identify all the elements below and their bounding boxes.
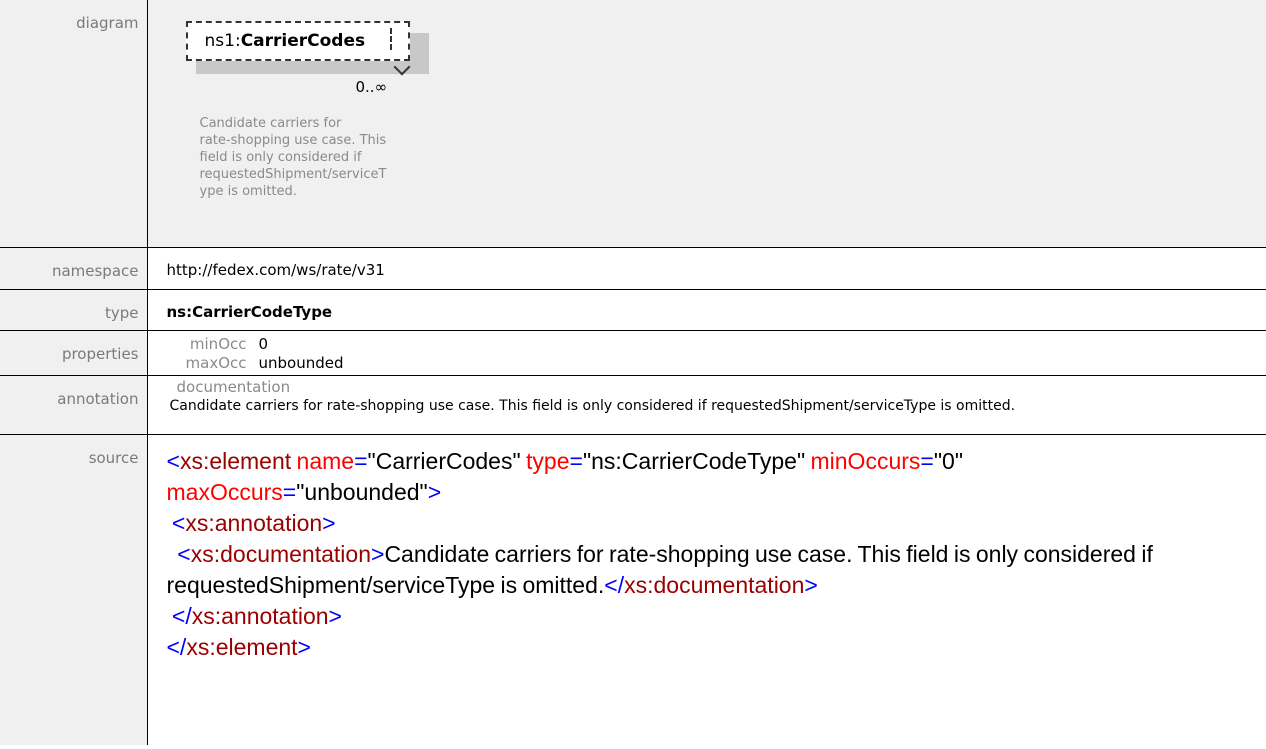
element-prefix: ns1: (204, 31, 241, 51)
property-value: 0 (258, 334, 269, 353)
optional-marker (389, 28, 398, 50)
diagram-row: diagram ns1: CarrierCodes 0..∞ Candidate … (0, 0, 1266, 248)
schema-doc-table: diagram ns1: CarrierCodes 0..∞ Candidate … (0, 0, 1266, 745)
xml-attr-name: type (526, 447, 570, 474)
xml-tag-name: xs:element (179, 447, 292, 474)
xml-bracket: </ (166, 633, 187, 660)
xml-bracket: < (171, 509, 186, 536)
xml-quote: " (954, 447, 963, 474)
type-row: type ns:CarrierCodeType (0, 288, 1266, 331)
xml-bracket: < (166, 447, 180, 474)
xml-equals: = (354, 447, 368, 474)
annotation-text: Candidate carriers for rate-shopping use… (169, 397, 1016, 414)
xml-tag-name: xs:documentation (190, 540, 371, 567)
source-code: <xs:element name="CarrierCodes" type="ns… (167, 435, 1266, 663)
xml-tag-name: xs:documentation (624, 571, 805, 598)
xml-equals: = (920, 447, 934, 474)
xml-attr-name: maxOccurs (166, 478, 283, 505)
xml-quote: " (933, 447, 943, 474)
xml-bracket: </ (604, 571, 625, 598)
xml-attr-value: 0 (942, 447, 955, 474)
xml-bracket: > (297, 633, 311, 660)
diagram-cell: ns1: CarrierCodes 0..∞ Candidate carriers… (146, 0, 1266, 248)
property-key: minOcc (189, 334, 247, 353)
properties-row: properties minOcc 0 maxOcc unbounded (0, 329, 1266, 376)
properties-cell: minOcc 0 maxOcc unbounded (146, 329, 1266, 376)
annotation-row: annotation documentation Candidate carri… (0, 374, 1266, 435)
xml-tag-name: xs:annotation (191, 602, 329, 629)
xml-bracket: > (804, 571, 818, 598)
annotation-heading: documentation (176, 377, 291, 396)
xml-equals: = (282, 478, 297, 505)
xml-equals: = (569, 447, 583, 474)
type-label: type (0, 288, 148, 331)
xml-quote: " (796, 447, 806, 474)
xml-attr-name: name (296, 447, 355, 474)
source-label: source (0, 433, 148, 745)
diagram-label: diagram (0, 0, 148, 248)
properties-label: properties (0, 329, 148, 376)
occurrence-label: 0..∞ (355, 78, 388, 96)
source-cell: <xs:element name="CarrierCodes" type="ns… (146, 433, 1266, 745)
xml-quote: " (582, 447, 592, 474)
xml-attr-value: CarrierCodes (375, 447, 513, 474)
annotation-label: annotation (0, 374, 148, 435)
xml-quote: " (419, 478, 428, 505)
xml-quote: " (512, 447, 521, 474)
xml-bracket: > (427, 478, 442, 505)
property-key: maxOcc (185, 353, 247, 372)
element-node[interactable]: ns1: CarrierCodes (185, 21, 410, 61)
namespace-label: namespace (0, 246, 148, 290)
annotation-cell: documentation Candidate carriers for rat… (146, 374, 1266, 435)
diagram-documentation: Candidate carriers for rate-shopping use… (199, 116, 387, 199)
xml-bracket: > (328, 602, 342, 629)
xml-tag-name: xs:annotation (185, 509, 323, 536)
element-diagram: ns1: CarrierCodes 0..∞ Candidate carriers… (185, 21, 429, 271)
xml-quote: " (367, 447, 376, 474)
xml-bracket: > (371, 540, 385, 567)
xml-bracket: </ (171, 602, 192, 629)
element-name: CarrierCodes (240, 31, 366, 51)
xml-bracket: < (177, 540, 191, 567)
xml-attr-value: unbounded (304, 478, 420, 505)
properties-grid: minOcc 0 maxOcc unbounded (167, 331, 1266, 373)
xml-attr-name: minOccurs (810, 447, 921, 474)
xml-bracket: > (322, 509, 336, 536)
source-row: source <xs:element name="CarrierCodes" t… (0, 433, 1266, 745)
property-value: unbounded (258, 353, 344, 372)
type-value[interactable]: ns:CarrierCodeType (146, 288, 1266, 331)
xml-attr-value: ns:CarrierCodeType (591, 447, 797, 474)
xml-tag-name: xs:element (186, 633, 298, 660)
